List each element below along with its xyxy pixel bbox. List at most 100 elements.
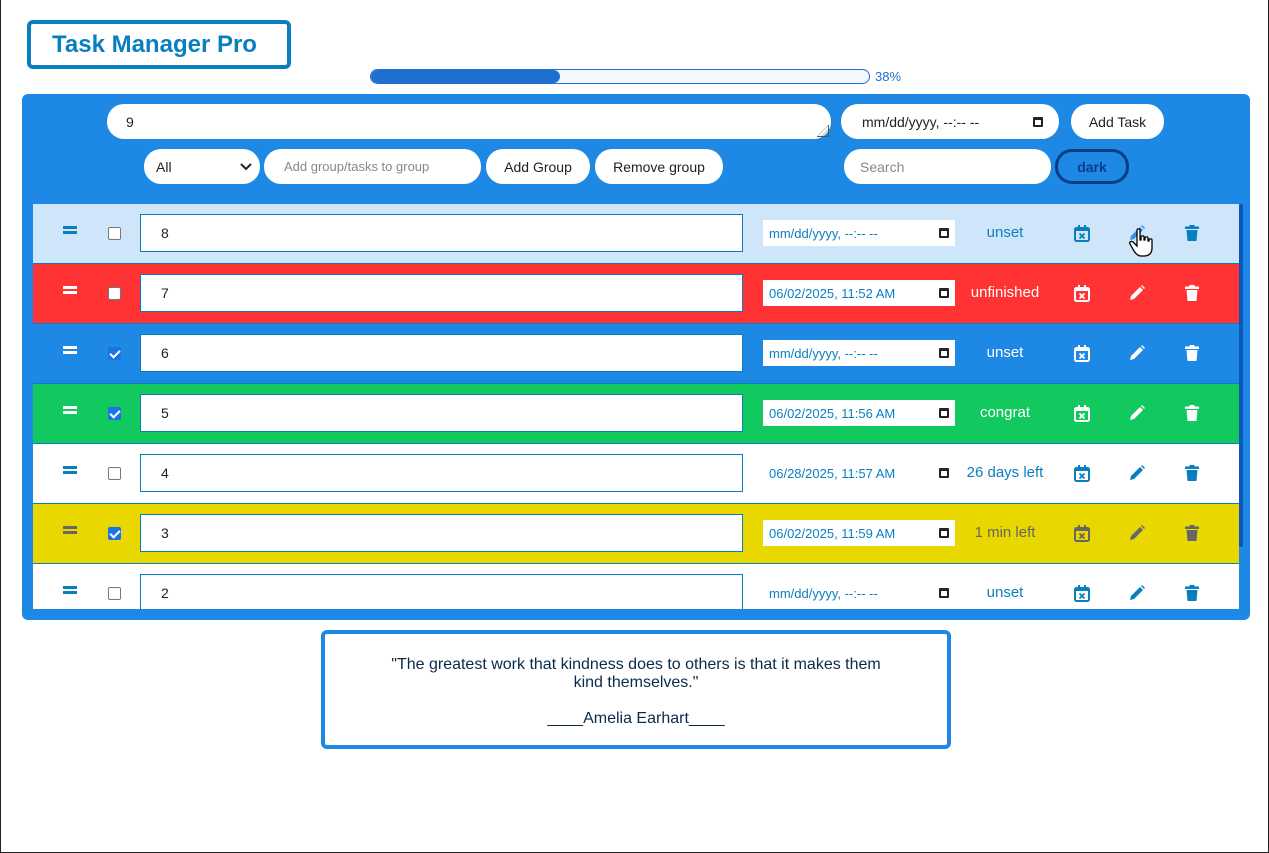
task-datetime-input[interactable]: mm/dd/yyyy, --:-- -- [763,340,955,366]
task-row[interactable]: 6 mm/dd/yyyy, --:-- -- unset [33,324,1239,384]
hand-cursor-icon [1129,228,1153,257]
task-datetime-input[interactable]: 06/02/2025, 11:59 AM [763,520,955,546]
task-list-scrollbar[interactable] [1239,204,1243,547]
resize-grip-icon[interactable] [817,125,829,137]
task-datetime-input[interactable]: 06/02/2025, 11:52 AM [763,280,955,306]
progress-label: 38% [875,69,902,84]
pencil-icon[interactable] [1128,344,1146,362]
task-datetime-input[interactable]: mm/dd/yyyy, --:-- -- [763,580,955,606]
calendar-clear-icon[interactable] [1073,284,1091,302]
pencil-icon[interactable] [1128,524,1146,542]
calendar-icon[interactable] [939,468,949,478]
task-checkbox[interactable] [108,347,121,360]
calendar-clear-icon[interactable] [1073,224,1091,242]
task-checkbox[interactable] [108,227,121,240]
pencil-icon[interactable] [1128,284,1146,302]
drag-handle-icon[interactable] [63,346,77,354]
task-status: unset [986,224,1024,241]
trash-icon[interactable] [1183,224,1201,242]
task-row[interactable]: 3 06/02/2025, 11:59 AM 1 min left [33,504,1239,564]
calendar-clear-icon[interactable] [1073,344,1091,362]
app-title: Task Manager Pro [27,20,291,69]
task-datetime-input[interactable]: 06/02/2025, 11:56 AM [763,400,955,426]
task-row[interactable]: 8 mm/dd/yyyy, --:-- -- unset [33,204,1239,264]
task-checkbox[interactable] [108,467,121,480]
calendar-icon[interactable] [1033,116,1043,127]
calendar-clear-icon[interactable] [1073,464,1091,482]
calendar-icon[interactable] [939,348,949,358]
trash-icon[interactable] [1183,284,1201,302]
trash-icon[interactable] [1183,464,1201,482]
task-name: 2 [161,585,169,601]
calendar-icon[interactable] [939,588,949,598]
drag-handle-icon[interactable] [63,466,77,474]
calendar-clear-icon[interactable] [1073,584,1091,602]
pencil-icon[interactable] [1128,404,1146,422]
task-datetime: mm/dd/yyyy, --:-- -- [769,345,878,361]
task-name-input[interactable]: 3 [140,514,743,552]
calendar-clear-icon[interactable] [1073,404,1091,422]
datetime-placeholder: mm/dd/yyyy, --:-- -- [862,113,980,130]
search-input[interactable]: Search [844,149,1051,184]
drag-handle-icon[interactable] [63,286,77,294]
task-status: 1 min left [974,524,1036,541]
task-row[interactable]: 5 06/02/2025, 11:56 AM congrat [33,384,1239,444]
calendar-icon[interactable] [939,528,949,538]
task-name: 5 [161,405,169,421]
task-datetime-input[interactable]: mm/dd/yyyy, --:-- -- [763,220,955,246]
task-panel: 9 mm/dd/yyyy, --:-- -- Add Task All Add … [22,94,1250,620]
task-name: 3 [161,525,169,541]
group-input[interactable]: Add group/tasks to group [264,149,481,184]
drag-handle-icon[interactable] [63,226,77,234]
task-name-input[interactable]: 4 [140,454,743,492]
pencil-icon[interactable] [1128,584,1146,602]
trash-icon[interactable] [1183,344,1201,362]
task-name-input[interactable]: 8 [140,214,743,252]
drag-handle-icon[interactable] [63,406,77,414]
calendar-icon[interactable] [939,228,949,238]
task-datetime: 06/02/2025, 11:56 AM [769,405,896,421]
theme-toggle-button[interactable]: dark [1055,149,1129,184]
calendar-clear-icon[interactable] [1073,524,1091,542]
quote-text: "The greatest work that kindness does to… [391,656,881,691]
trash-icon[interactable] [1183,584,1201,602]
trash-icon[interactable] [1183,404,1201,422]
task-datetime-input[interactable]: 06/28/2025, 11:57 AM [763,460,955,486]
add-task-button[interactable]: Add Task [1071,104,1164,139]
task-checkbox[interactable] [108,587,121,600]
quote-author: ____Amelia Earhart____ [547,710,725,727]
drag-handle-icon[interactable] [63,526,77,534]
chevron-down-icon [240,162,252,170]
calendar-icon[interactable] [939,408,949,418]
group-select[interactable]: All [144,149,260,184]
remove-group-button[interactable]: Remove group [595,149,723,184]
quote-card: "The greatest work that kindness does to… [321,630,951,749]
task-input[interactable]: 9 [107,104,831,139]
task-datetime: 06/02/2025, 11:59 AM [769,525,896,541]
trash-icon[interactable] [1183,524,1201,542]
task-name: 4 [161,465,169,481]
task-datetime: 06/28/2025, 11:57 AM [769,465,896,481]
drag-handle-icon[interactable] [63,586,77,594]
task-checkbox[interactable] [108,407,121,420]
task-name-input[interactable]: 2 [140,574,743,609]
task-checkbox[interactable] [108,527,121,540]
task-name-input[interactable]: 6 [140,334,743,372]
task-name-input[interactable]: 5 [140,394,743,432]
task-status: unset [986,344,1024,361]
task-row[interactable]: 4 06/28/2025, 11:57 AM 26 days left [33,444,1239,504]
task-name: 6 [161,345,169,361]
pencil-icon[interactable] [1128,464,1146,482]
task-name: 7 [161,285,169,301]
task-name-input[interactable]: 7 [140,274,743,312]
task-datetime-input[interactable]: mm/dd/yyyy, --:-- -- [841,104,1059,139]
task-row[interactable]: 7 06/02/2025, 11:52 AM unfinished [33,264,1239,324]
add-group-button[interactable]: Add Group [486,149,590,184]
progress-fill [371,70,561,83]
task-row[interactable]: 2 mm/dd/yyyy, --:-- -- unset [33,564,1239,609]
progress-bar [370,69,870,84]
task-list: 8 mm/dd/yyyy, --:-- -- unset 7 06/02/202… [33,204,1239,609]
task-checkbox[interactable] [108,287,121,300]
calendar-icon[interactable] [939,288,949,298]
task-name: 8 [161,225,169,241]
